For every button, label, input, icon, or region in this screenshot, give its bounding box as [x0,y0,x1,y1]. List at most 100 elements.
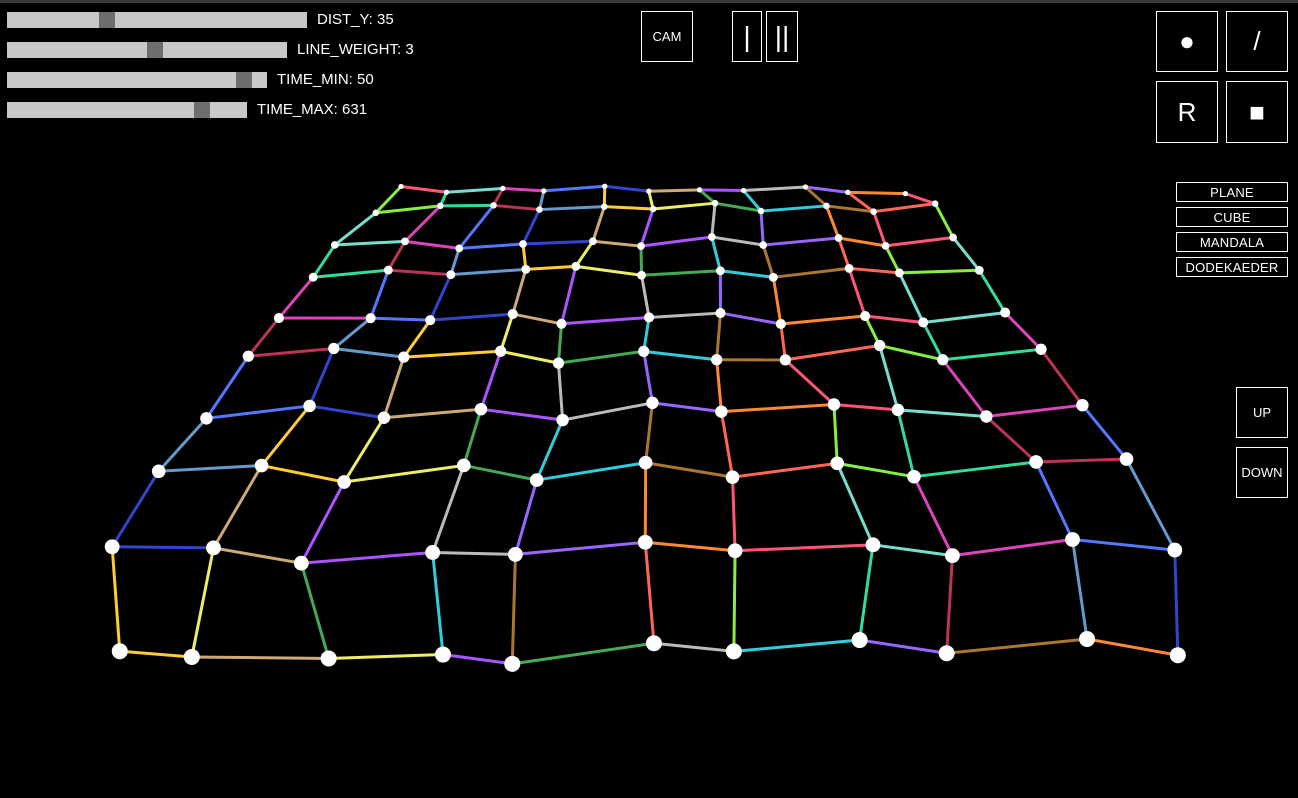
mesh-node[interactable] [637,242,645,250]
mesh-node[interactable] [556,318,567,329]
mesh-node[interactable] [456,458,471,473]
mesh-node[interactable] [823,202,830,210]
mesh-node[interactable] [398,351,410,363]
mesh-node[interactable] [372,209,380,217]
mesh-node[interactable] [768,272,778,282]
mesh-node[interactable] [602,183,608,189]
mesh-node[interactable] [725,470,740,484]
mesh-node[interactable] [715,405,728,418]
mesh-node[interactable] [860,311,871,322]
mesh-node[interactable] [638,345,650,357]
mesh-node[interactable] [507,309,518,320]
mesh-node[interactable] [645,635,662,652]
mesh-node[interactable] [851,632,868,649]
mesh-node[interactable] [254,458,269,473]
mesh-node[interactable] [891,403,905,417]
mesh-node[interactable] [455,244,464,253]
mesh-node[interactable] [830,456,845,471]
mesh-node[interactable] [894,268,904,278]
mesh-node[interactable] [1076,398,1089,412]
mesh-node[interactable] [646,396,659,410]
mesh-node[interactable] [1000,307,1011,318]
mesh-node[interactable] [715,308,726,319]
mesh-node[interactable] [779,354,791,366]
mesh-node[interactable] [273,312,284,324]
mesh-node[interactable] [980,410,993,423]
mesh-node[interactable] [571,261,581,271]
mesh-node[interactable] [529,473,544,487]
mesh-node[interactable] [206,540,221,556]
mesh-node[interactable] [242,350,254,362]
mesh-node[interactable] [377,411,391,424]
mesh-node[interactable] [1169,647,1186,664]
mesh-node[interactable] [638,455,653,470]
mesh-node[interactable] [536,206,543,213]
mesh-node[interactable] [845,189,851,196]
mesh-node[interactable] [490,202,497,209]
mesh-node[interactable] [881,242,890,250]
mesh-node[interactable] [552,357,565,369]
mesh-node[interactable] [727,543,743,559]
mesh-node[interactable] [938,645,955,662]
mesh-node[interactable] [949,233,957,242]
mesh-node[interactable] [589,237,597,246]
mesh-node[interactable] [759,241,768,249]
mesh-node[interactable] [111,643,128,660]
mesh-node[interactable] [1167,542,1183,558]
mesh-node[interactable] [425,545,441,560]
mesh-node[interactable] [500,185,506,192]
mesh-node[interactable] [870,208,877,215]
mesh-node[interactable] [437,202,444,210]
mesh-node[interactable] [398,183,404,190]
mesh-node[interactable] [446,270,456,280]
mesh-node[interactable] [649,205,657,213]
mesh-node[interactable] [151,464,166,479]
mesh-node[interactable] [757,207,765,215]
mesh-node[interactable] [443,189,450,195]
mesh-node[interactable] [874,339,886,352]
mesh-node[interactable] [937,354,949,366]
mesh-node[interactable] [601,203,608,210]
mesh-node[interactable] [646,188,652,194]
mesh-node[interactable] [725,643,742,660]
mesh-node[interactable] [495,345,507,357]
mesh-node[interactable] [383,265,393,275]
mesh-node[interactable] [802,184,809,190]
mesh-node[interactable] [425,315,436,326]
mesh-node[interactable] [328,342,340,355]
mesh-node[interactable] [330,241,339,249]
mesh-node[interactable] [401,237,409,246]
mesh-node[interactable] [434,646,451,663]
mesh-node[interactable] [696,187,703,193]
mesh-node[interactable] [834,234,843,242]
mesh-node[interactable] [844,263,854,273]
mesh-node[interactable] [827,398,841,411]
mesh-node[interactable] [541,188,547,194]
mesh-node[interactable] [945,548,960,564]
mesh-node[interactable] [711,354,723,366]
mesh-node[interactable] [519,240,527,248]
mesh-node[interactable] [504,655,521,672]
mesh-node[interactable] [740,187,747,194]
mesh-node[interactable] [507,547,523,562]
mesh-node[interactable] [293,555,309,571]
mesh-node[interactable] [711,199,719,207]
mesh-node[interactable] [1065,532,1080,547]
mesh-node[interactable] [308,272,318,282]
mesh-node[interactable] [1079,631,1096,648]
mesh-node[interactable] [200,412,213,425]
mesh-node[interactable] [337,475,351,489]
mesh-node[interactable] [320,650,337,667]
mesh-node[interactable] [715,266,725,276]
mesh-node[interactable] [474,402,488,416]
mesh-node[interactable] [365,313,376,324]
mesh-node[interactable] [1035,343,1047,355]
mesh-canvas[interactable] [0,0,1298,798]
mesh-node[interactable] [707,233,716,241]
mesh-node[interactable] [303,399,316,413]
mesh-node[interactable] [104,539,120,555]
mesh-node[interactable] [974,265,984,275]
mesh-node[interactable] [643,312,655,323]
mesh-node[interactable] [1119,452,1134,466]
mesh-node[interactable] [637,534,653,550]
